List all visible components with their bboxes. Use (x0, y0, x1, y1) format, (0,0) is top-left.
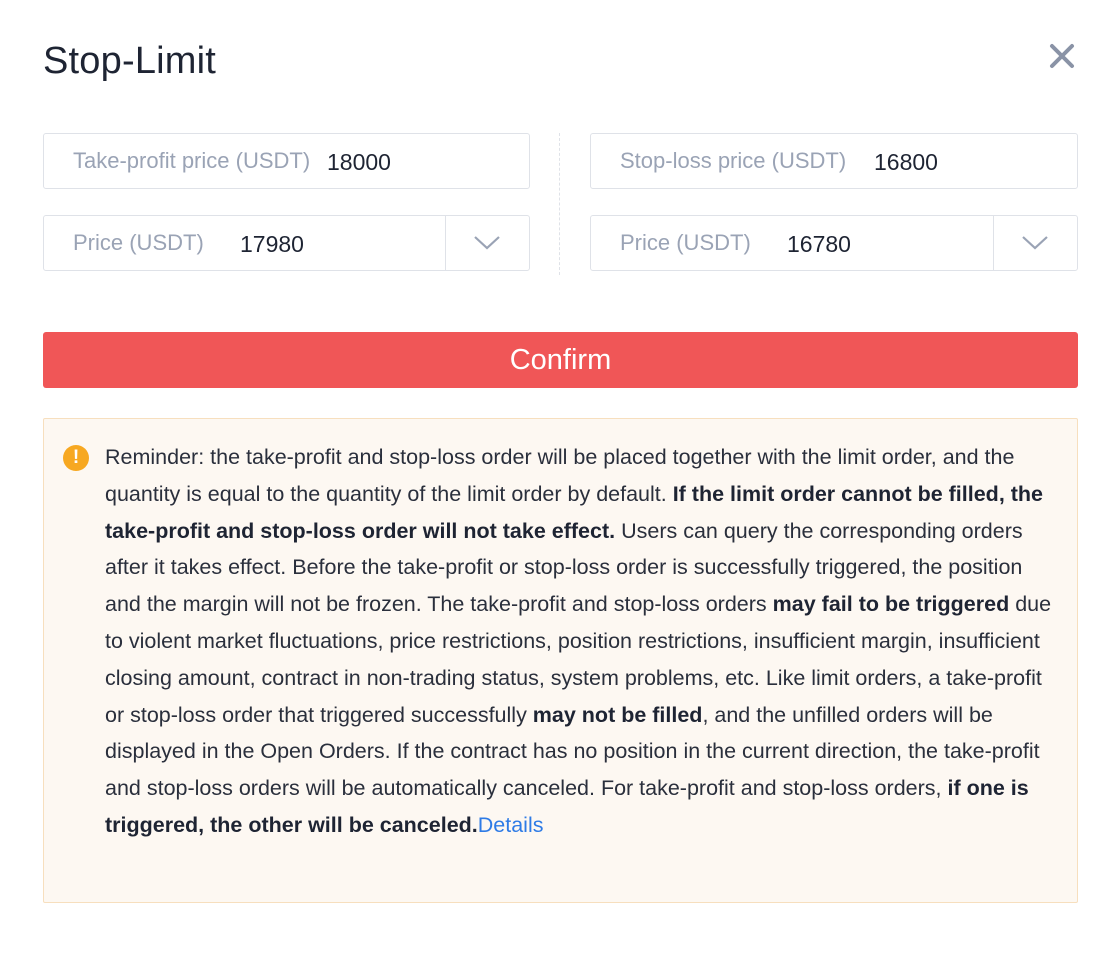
stop-loss-limit-price-label: Price (USDT) (620, 230, 751, 255)
take-profit-price-value[interactable]: 18000 (327, 149, 391, 176)
take-profit-price-label: Take-profit price (USDT) (73, 148, 311, 173)
confirm-button[interactable]: Confirm (43, 332, 1078, 388)
take-profit-limit-price-value[interactable]: 17980 (240, 231, 304, 258)
reminder-emphasis: may not be filled (532, 702, 703, 727)
stop-loss-limit-price-value[interactable]: 16780 (787, 231, 851, 258)
column-divider (559, 133, 560, 275)
stop-loss-price-label: Stop-loss price (USDT) (620, 148, 847, 173)
reminder-emphasis: may fail to be triggered (772, 592, 1010, 617)
take-profit-price-field[interactable]: Take-profit price (USDT) 18000 (43, 133, 530, 189)
take-profit-price-type-dropdown[interactable] (445, 216, 529, 270)
stop-limit-dialog: Stop-Limit Take-profit price (USDT) 1800… (0, 0, 1120, 956)
take-profit-limit-price-label: Price (USDT) (73, 230, 204, 255)
reminder-text: Reminder: the take-profit and stop-loss … (105, 439, 1055, 844)
warning-icon: ! (63, 445, 89, 471)
dialog-title: Stop-Limit (43, 40, 217, 82)
reminder-notice: ! Reminder: the take-profit and stop-los… (43, 418, 1078, 903)
stop-loss-price-value[interactable]: 16800 (874, 149, 938, 176)
stop-loss-limit-price-field[interactable]: Price (USDT) 16780 (590, 215, 1078, 271)
details-link[interactable]: Details (478, 813, 544, 837)
take-profit-limit-price-field[interactable]: Price (USDT) 17980 (43, 215, 530, 271)
stop-loss-price-type-dropdown[interactable] (993, 216, 1077, 270)
stop-loss-price-field[interactable]: Stop-loss price (USDT) 16800 (590, 133, 1078, 189)
close-icon[interactable] (1046, 40, 1078, 72)
chevron-down-icon (474, 236, 500, 250)
chevron-down-icon (1022, 236, 1048, 250)
